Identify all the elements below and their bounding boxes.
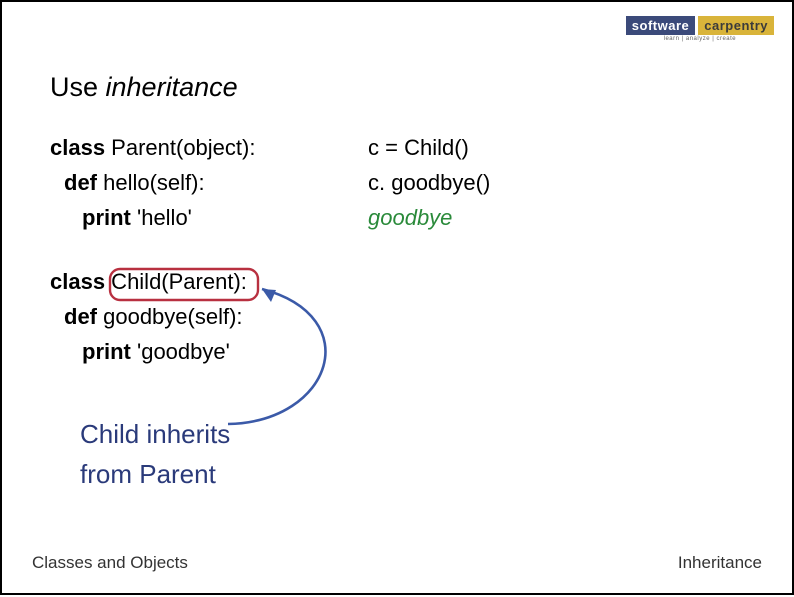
annotation-arrow-head [262,289,276,302]
code-text: 'hello' [131,205,192,230]
annotation-line1: Child inherits [80,414,230,454]
code-child-class-line: class Child(Parent): [50,264,255,299]
keyword-print: print [82,339,131,364]
slide-heading: Use inheritance [50,72,238,103]
logo: software carpentry learn | analyze | cre… [626,16,774,42]
keyword-class: class [50,269,105,294]
code-child-print-line: print 'goodbye' [50,334,255,369]
code-text: 'goodbye' [131,339,230,364]
logo-software-text: software [626,16,695,35]
code-child-def-line: def goodbye(self): [50,299,255,334]
annotation-text: Child inherits from Parent [80,414,230,495]
logo-main: software carpentry [626,16,774,35]
code-instantiate-line: c = Child() [368,130,490,165]
code-parent-print-line: print 'hello' [50,200,255,235]
logo-tagline: learn | analyze | create [664,36,736,42]
logo-carpentry-text: carpentry [698,16,774,35]
code-block-left: class Parent(object): def hello(self): p… [50,130,255,369]
code-call-line: c. goodbye() [368,165,490,200]
footer-right: Inheritance [678,553,762,573]
code-text: Child(Parent): [105,269,247,294]
code-text: hello(self): [97,170,205,195]
code-text: goodbye(self): [97,304,243,329]
annotation-line2: from Parent [80,454,230,494]
keyword-print: print [82,205,131,230]
code-parent-def-line: def hello(self): [50,165,255,200]
code-output-line: goodbye [368,200,490,235]
keyword-def: def [64,304,97,329]
footer-left: Classes and Objects [32,553,188,573]
code-text: Parent(object): [105,135,255,160]
spacer [50,236,255,264]
heading-italic-word: inheritance [106,72,238,102]
code-parent-class-line: class Parent(object): [50,130,255,165]
keyword-def: def [64,170,97,195]
code-block-right: c = Child() c. goodbye() goodbye [368,130,490,236]
heading-prefix: Use [50,72,106,102]
keyword-class: class [50,135,105,160]
slide: software carpentry learn | analyze | cre… [0,0,794,595]
